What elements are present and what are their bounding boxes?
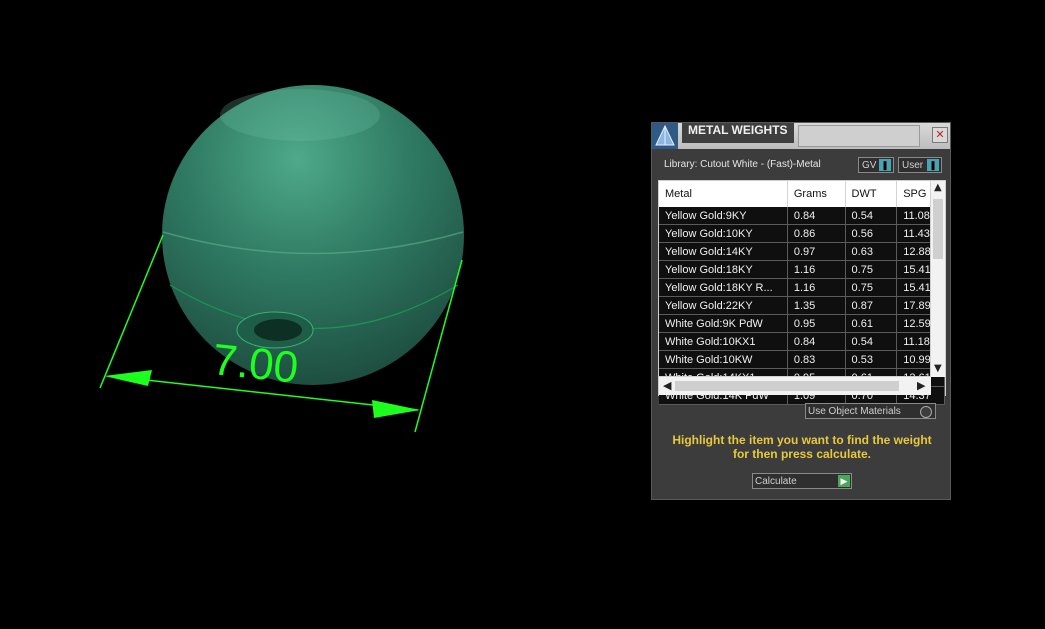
instruction-text: Highlight the item you want to find the …: [672, 433, 932, 461]
panel-titlebar[interactable]: METAL WEIGHTS ✕: [652, 123, 950, 149]
viewport-canvas: 7.00: [99, 85, 464, 433]
cell-metal: Yellow Gold:9KY: [659, 207, 788, 225]
table-row[interactable]: White Gold:10KW 0.83 0.53 10.99: [659, 350, 945, 369]
cell-metal: Yellow Gold:14KY: [659, 242, 788, 261]
use-object-materials-label: Use Object Materials: [808, 406, 901, 417]
cell-metal: Yellow Gold:22KY: [659, 296, 788, 315]
table-row[interactable]: White Gold:9K PdW 0.95 0.61 12.59: [659, 314, 945, 333]
cell-dwt: 0.63: [845, 242, 898, 261]
cell-grams: 1.16: [787, 260, 846, 279]
cell-grams: 1.16: [787, 278, 846, 297]
scroll-left-icon[interactable]: ◀: [663, 379, 671, 392]
cell-dwt: 0.75: [845, 278, 898, 297]
cell-grams: 0.86: [787, 224, 846, 243]
user-dropdown[interactable]: User ❚: [898, 157, 942, 173]
cell-metal: White Gold:10KX1: [659, 332, 788, 351]
gv-toggle-icon[interactable]: ❚: [879, 159, 891, 171]
table-row[interactable]: Yellow Gold:9KY 0.84 0.54 11.08: [659, 207, 945, 225]
table-row[interactable]: Yellow Gold:18KY R... 1.16 0.75 15.41: [659, 278, 945, 297]
cell-grams: 0.84: [787, 207, 846, 225]
calculate-button[interactable]: Calculate ▶: [752, 473, 852, 489]
horizontal-scroll-thumb[interactable]: [675, 381, 899, 391]
table-vertical-scrollbar[interactable]: ▲ ▼: [930, 181, 945, 377]
cell-metal: Yellow Gold:18KY: [659, 260, 788, 279]
cell-grams: 0.84: [787, 332, 846, 351]
cell-dwt: 0.61: [845, 314, 898, 333]
cell-dwt: 0.54: [845, 332, 898, 351]
scroll-up-icon[interactable]: ▲: [934, 182, 942, 193]
table-row[interactable]: White Gold:10KX1 0.84 0.54 11.18: [659, 332, 945, 351]
library-label: Library: Cutout White - (Fast)-Metal: [664, 159, 821, 170]
cell-grams: 0.97: [787, 242, 846, 261]
radio-icon[interactable]: [920, 406, 932, 418]
cell-dwt: 0.75: [845, 260, 898, 279]
sphere-model[interactable]: [162, 85, 464, 385]
metal-weights-panel: METAL WEIGHTS ✕ Library: Cutout White - …: [651, 122, 951, 500]
column-header-dwt[interactable]: DWT: [845, 181, 898, 207]
titlebar-field: [798, 125, 920, 147]
cell-metal: White Gold:10KW: [659, 350, 788, 369]
calculate-label: Calculate: [755, 476, 797, 487]
play-icon[interactable]: ▶: [838, 475, 850, 487]
table-header-row: Metal Grams DWT SPG: [659, 181, 945, 207]
cell-metal: White Gold:9K PdW: [659, 314, 788, 333]
gv-label: GV: [862, 160, 877, 171]
cell-grams: 0.95: [787, 314, 846, 333]
scroll-right-icon[interactable]: ▶: [917, 379, 925, 392]
metal-table[interactable]: Metal Grams DWT SPG Yellow Gold:9KY 0.84 0…: [658, 180, 946, 405]
scroll-down-icon[interactable]: ▼: [934, 363, 942, 374]
column-header-metal[interactable]: Metal: [659, 181, 788, 207]
close-icon[interactable]: ✕: [932, 127, 948, 143]
panel-title: METAL WEIGHTS: [682, 123, 794, 143]
gv-dropdown[interactable]: GV ❚: [858, 157, 894, 173]
3d-viewport[interactable]: 7.00: [0, 0, 640, 625]
user-toggle-icon[interactable]: ❚: [927, 159, 939, 171]
column-header-grams[interactable]: Grams: [787, 181, 846, 207]
table-row[interactable]: Yellow Gold:22KY 1.35 0.87 17.89: [659, 296, 945, 315]
cell-dwt: 0.56: [845, 224, 898, 243]
table-row[interactable]: Yellow Gold:18KY 1.16 0.75 15.41: [659, 260, 945, 279]
cell-grams: 0.83: [787, 350, 846, 369]
dimension-label: 7.00: [210, 335, 300, 393]
cell-grams: 1.35: [787, 296, 846, 315]
table-row[interactable]: Yellow Gold:14KY 0.97 0.63 12.88: [659, 242, 945, 261]
table-horizontal-scrollbar[interactable]: ◀ ▶: [659, 376, 931, 395]
table-row[interactable]: Yellow Gold:10KY 0.86 0.56 11.43: [659, 224, 945, 243]
user-label: User: [902, 160, 924, 171]
cell-dwt: 0.87: [845, 296, 898, 315]
cell-dwt: 0.53: [845, 350, 898, 369]
cell-metal: Yellow Gold:10KY: [659, 224, 788, 243]
vertical-scroll-thumb[interactable]: [933, 199, 943, 259]
use-object-materials-toggle[interactable]: Use Object Materials: [805, 403, 936, 419]
cell-metal: Yellow Gold:18KY R...: [659, 278, 788, 297]
app-logo-icon: [652, 123, 678, 149]
cell-dwt: 0.54: [845, 207, 898, 225]
